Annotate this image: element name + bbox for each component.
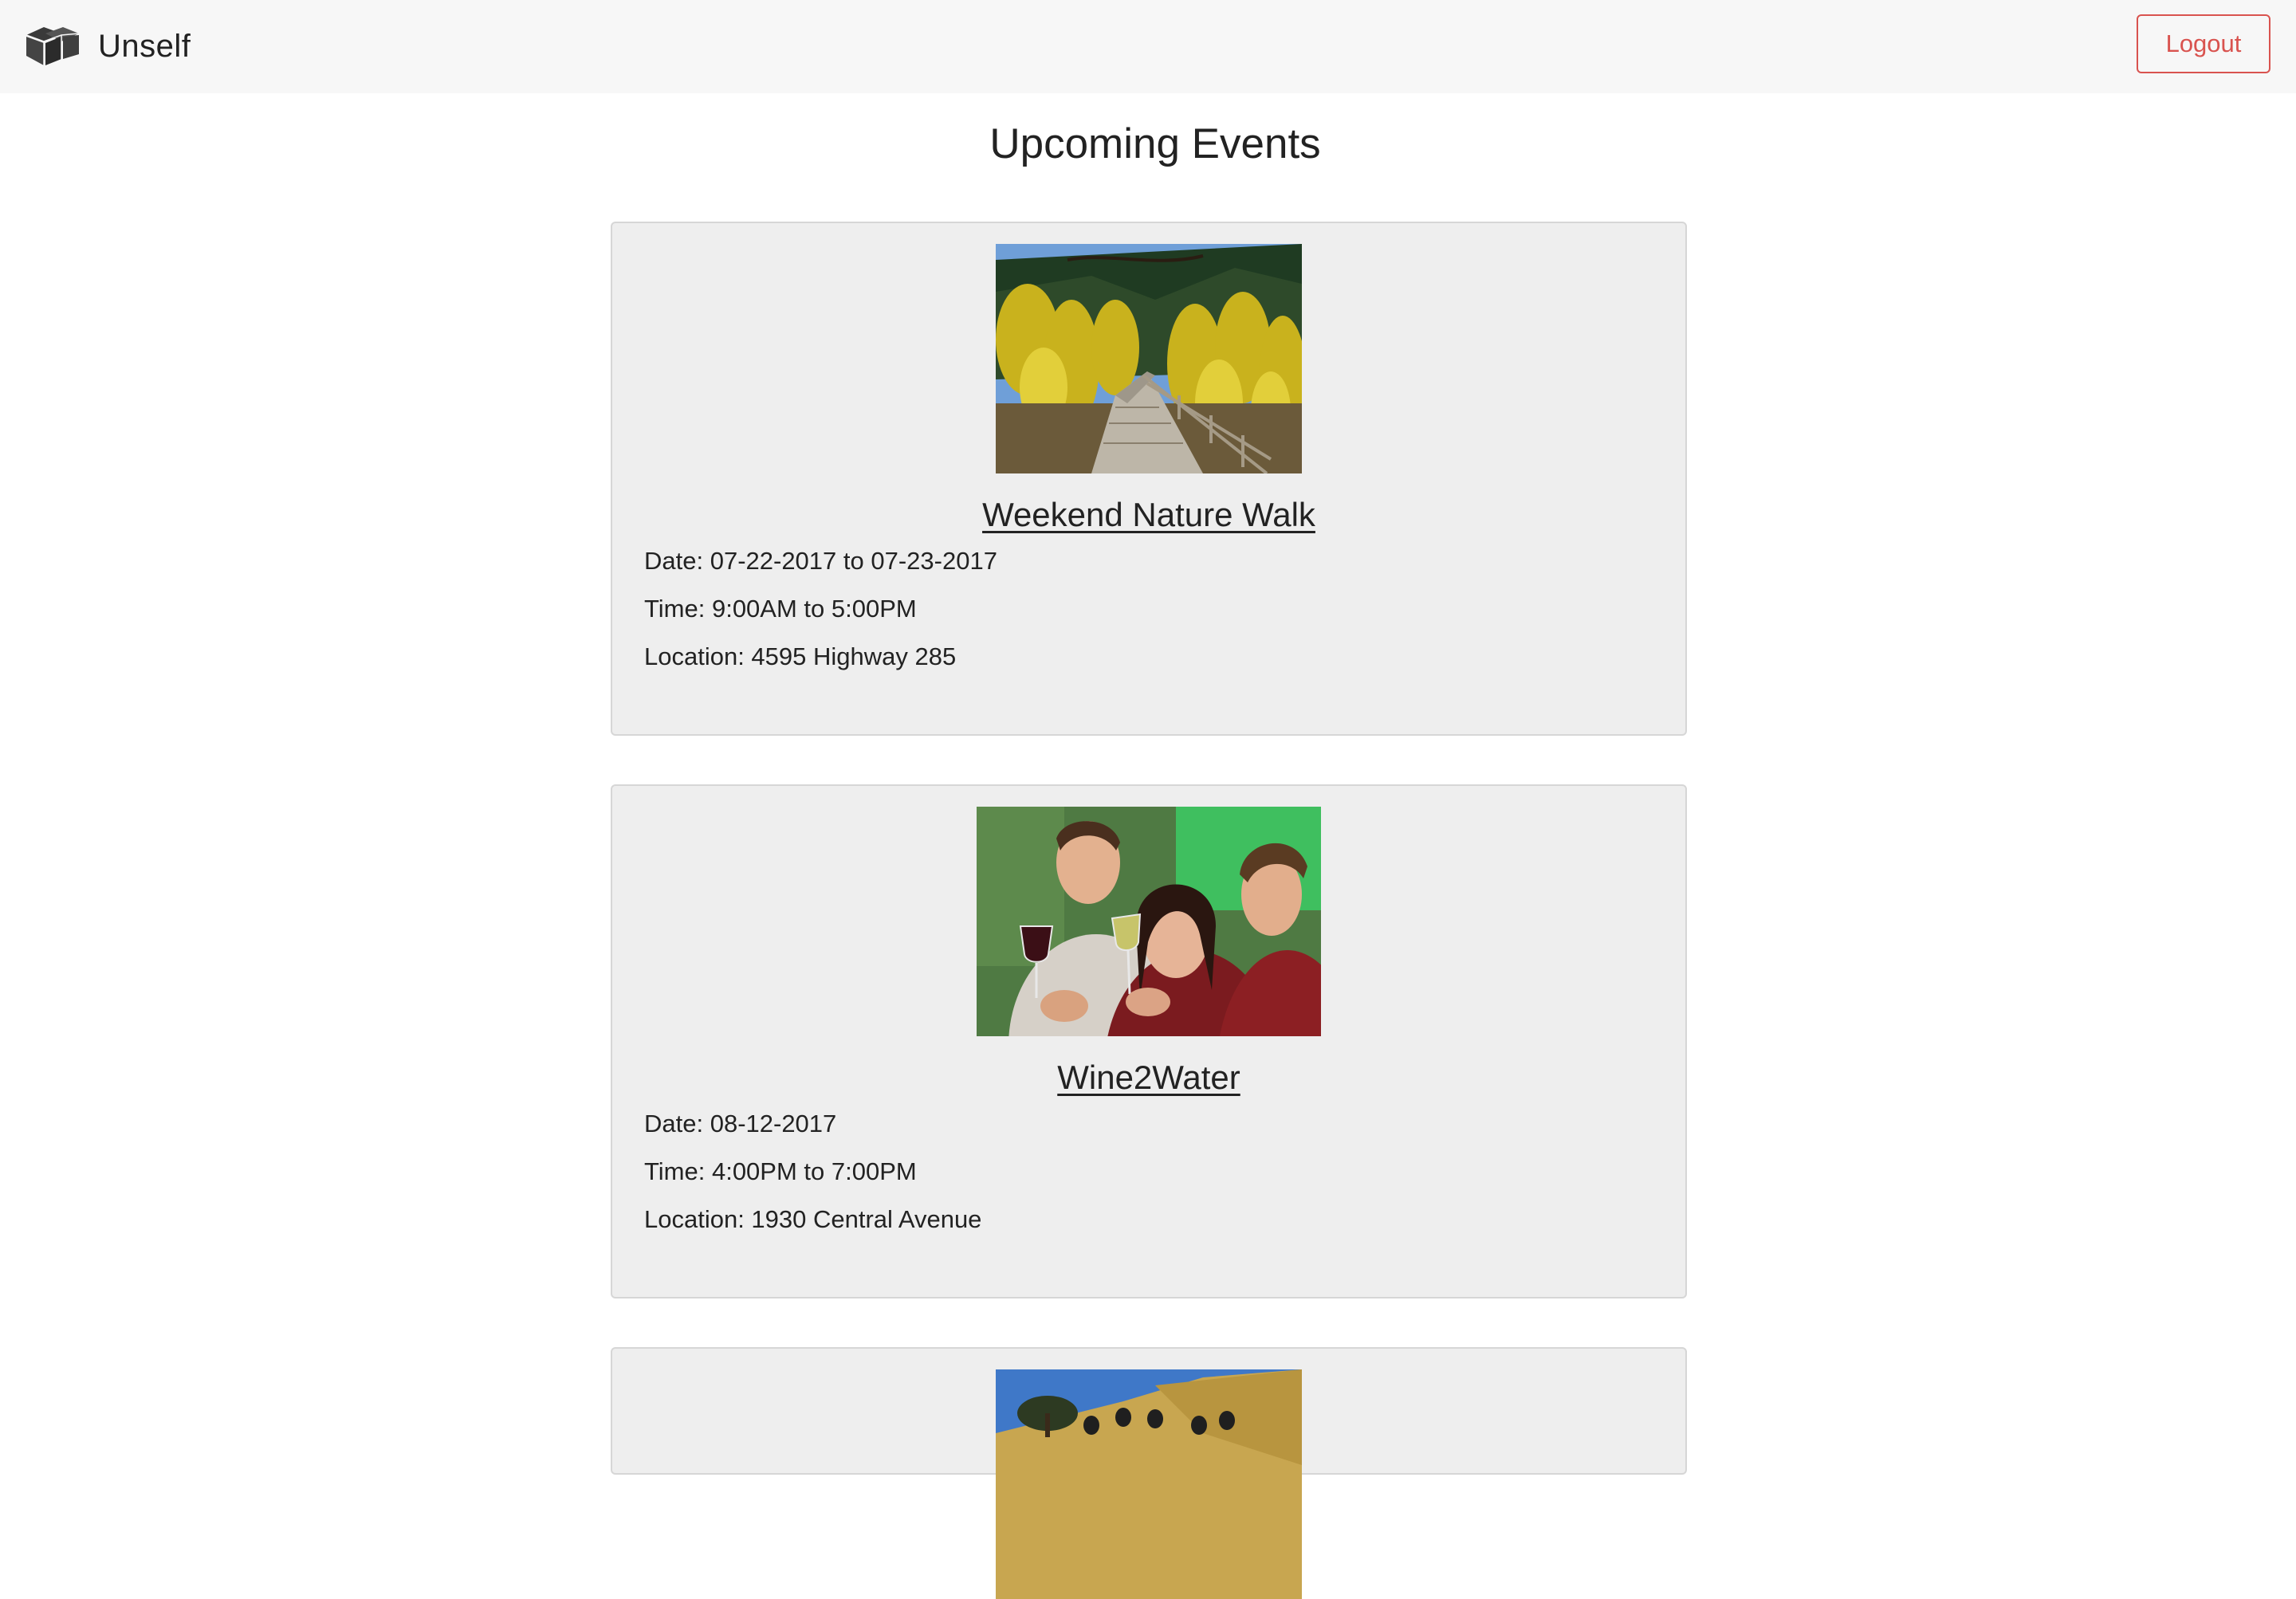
brand-name: Unself xyxy=(98,28,191,64)
cube-logo-icon xyxy=(23,26,81,67)
event-time: Time: 9:00AM to 5:00PM xyxy=(644,595,917,623)
event-card: Wine2Water Date: 08-12-2017 Time: 4:00PM… xyxy=(611,784,1687,1298)
event-card xyxy=(611,1347,1687,1599)
event-location: Location: 1930 Central Avenue xyxy=(644,1205,982,1233)
navbar: Unself Logout xyxy=(0,0,2296,93)
event-location: Location: 4595 Highway 285 xyxy=(644,642,957,670)
event-title-link[interactable]: Wine2Water xyxy=(612,1059,1685,1097)
event-date: Date: 08-12-2017 xyxy=(644,1110,837,1137)
event-details: Date: 07-22-2017 to 07-23-2017 Time: 9:0… xyxy=(612,537,1685,681)
event-date: Date: 07-22-2017 to 07-23-2017 xyxy=(644,547,997,575)
event-title-link[interactable]: Weekend Nature Walk xyxy=(612,496,1685,534)
event-time: Time: 4:00PM to 7:00PM xyxy=(644,1157,917,1185)
event-image-wine2water[interactable] xyxy=(977,807,1321,1036)
event-image-group-hike[interactable] xyxy=(996,1369,1302,1599)
event-card: Weekend Nature Walk Date: 07-22-2017 to … xyxy=(611,222,1687,736)
event-list: Weekend Nature Walk Date: 07-22-2017 to … xyxy=(611,222,1687,1599)
logout-button[interactable]: Logout xyxy=(2137,14,2270,73)
page-title: Upcoming Events xyxy=(989,120,1321,167)
brand-link[interactable]: Unself xyxy=(23,24,191,69)
event-details: Date: 08-12-2017 Time: 4:00PM to 7:00PM … xyxy=(612,1100,1685,1243)
event-image-nature-walk[interactable] xyxy=(996,244,1302,473)
